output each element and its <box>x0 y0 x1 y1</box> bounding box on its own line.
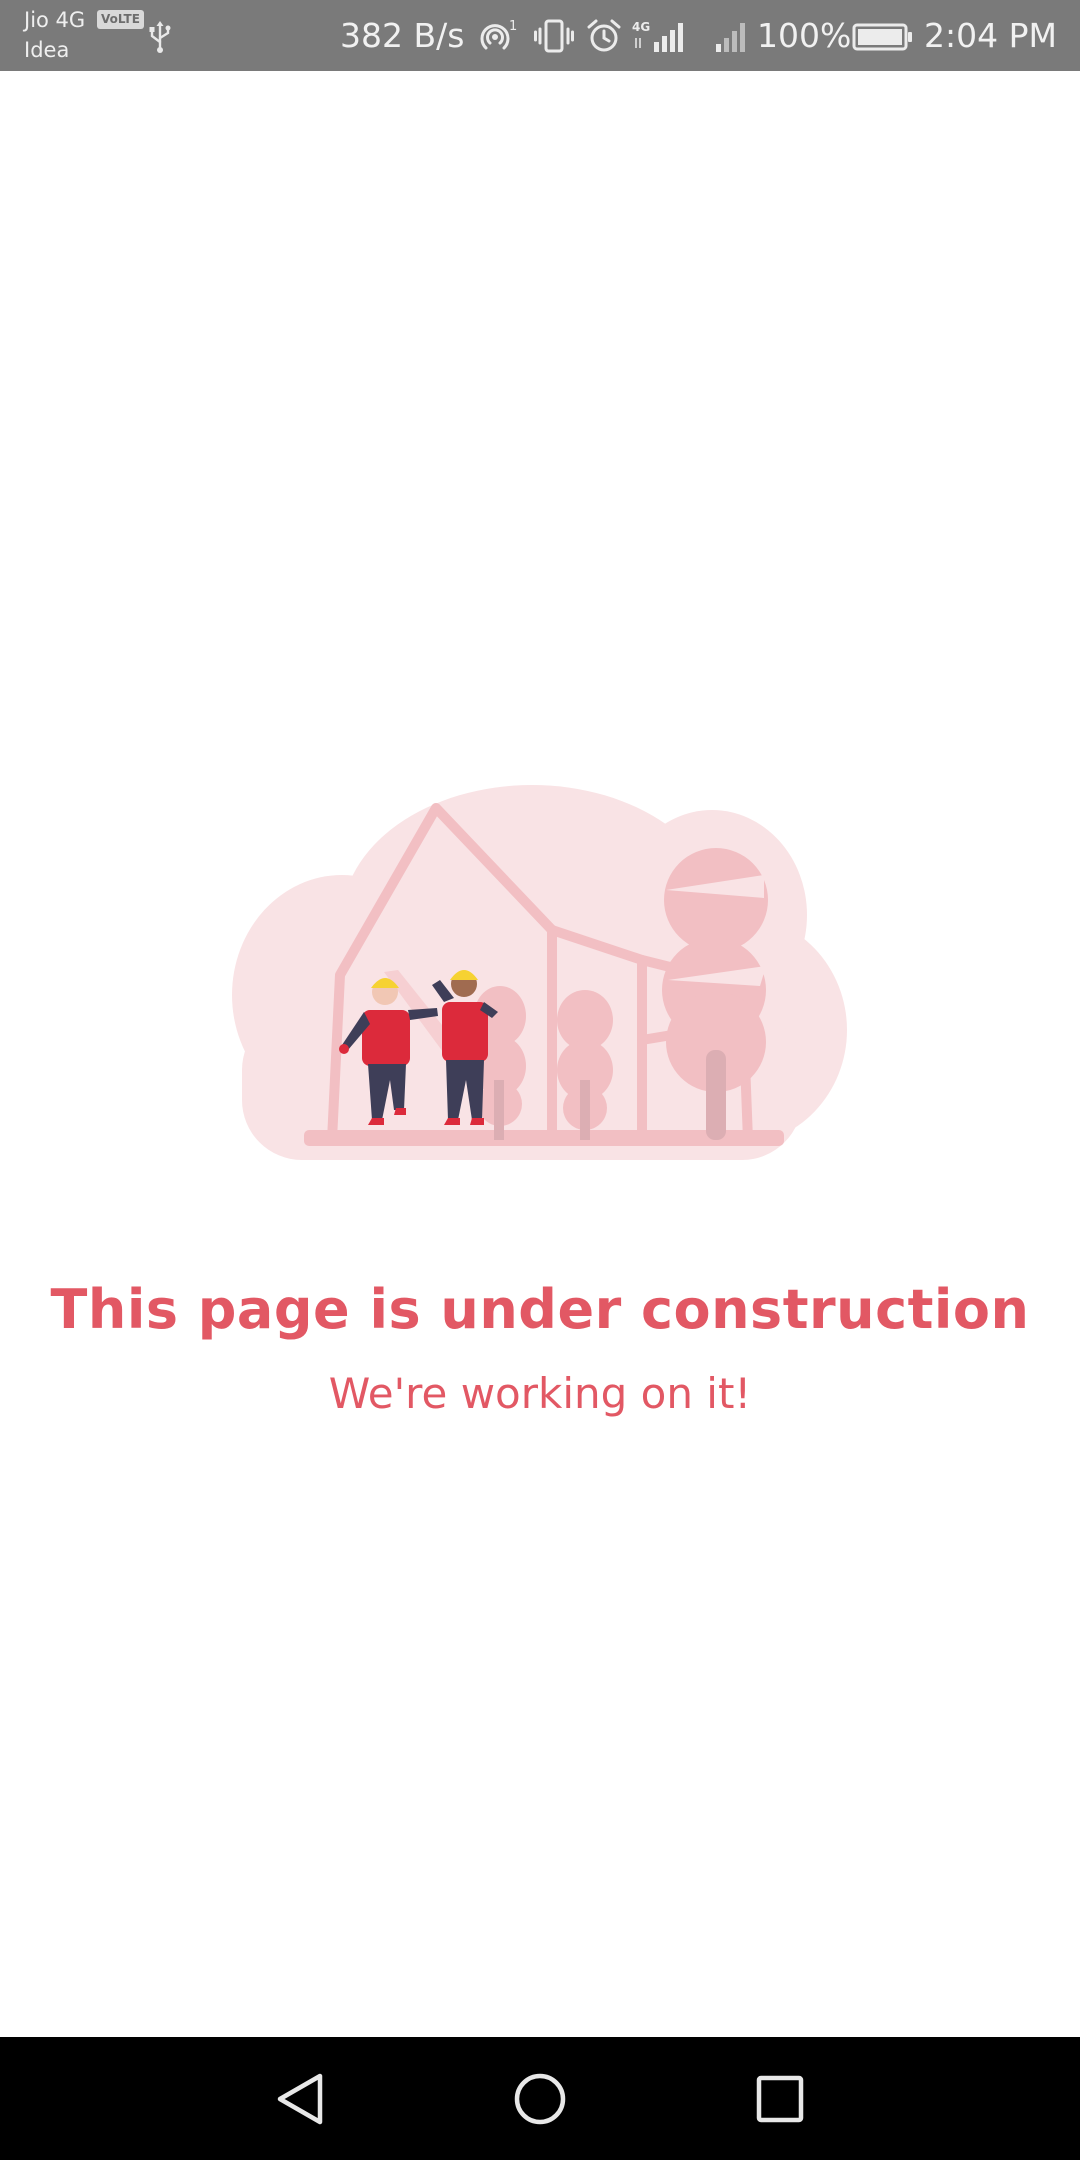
signal-icon <box>716 23 745 52</box>
page-subtitle: We're working on it! <box>328 1369 752 1418</box>
signal-icon: 4G <box>632 20 683 52</box>
status-bar: Jio 4G VoLTE Idea 382 B/s 1 4G 100% 2:04… <box>0 0 1080 71</box>
clock: 2:04 PM <box>924 16 1057 55</box>
network-type: 4G <box>632 20 650 34</box>
screen: Jio 4G VoLTE Idea 382 B/s 1 4G 100% 2:04… <box>0 0 1080 2160</box>
back-icon <box>277 2073 323 2125</box>
carrier-secondary: Idea <box>24 38 70 62</box>
home-icon <box>514 2073 566 2125</box>
network-speed: 382 B/s <box>340 16 465 55</box>
recents-button[interactable] <box>735 2057 825 2141</box>
hotspot-icon: 1 <box>480 19 517 50</box>
alarm-icon <box>587 19 621 52</box>
back-button[interactable] <box>255 2057 345 2141</box>
battery-percent: 100% <box>757 16 852 55</box>
usb-icon <box>149 21 171 53</box>
battery-icon <box>852 23 912 51</box>
recents-icon <box>756 2075 804 2123</box>
carrier-info: Jio 4G VoLTE Idea <box>24 7 194 65</box>
tree <box>557 990 613 1140</box>
under-construction-illustration <box>232 785 847 1160</box>
carrier-primary: Jio 4G <box>24 8 86 32</box>
volte-badge: VoLTE <box>97 10 144 29</box>
navigation-bar <box>0 2037 1080 2160</box>
page-title: This page is under construction <box>50 1278 1030 1341</box>
vibrate-icon <box>534 19 574 53</box>
home-button[interactable] <box>495 2057 585 2141</box>
hotspot-count: 1 <box>509 19 517 34</box>
